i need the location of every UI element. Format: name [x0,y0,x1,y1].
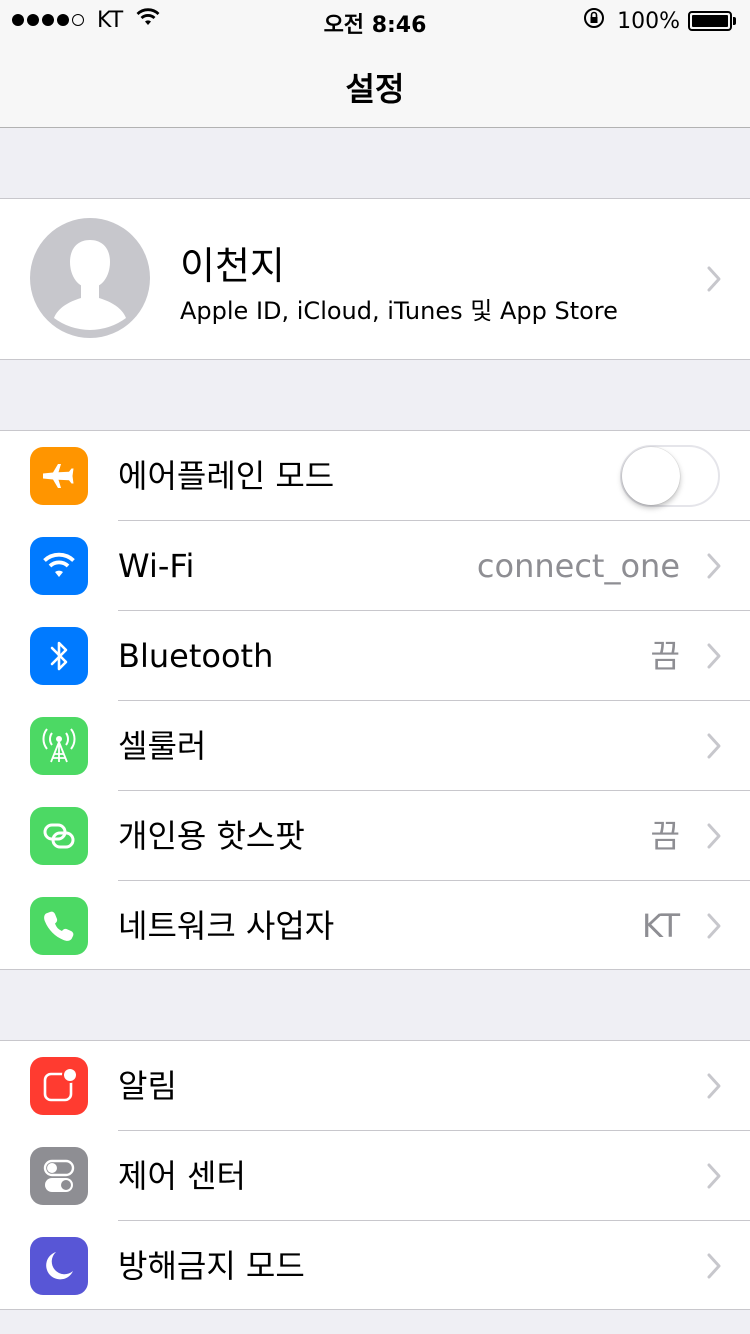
toggle-knob [622,447,680,505]
wifi-icon [30,537,88,595]
control-center-row[interactable]: 제어 센터 [0,1131,750,1221]
bluetooth-value: 끔 [650,637,680,675]
hotspot-value: 끔 [650,817,680,855]
battery-percent: 100% [617,8,680,34]
airplane-mode-toggle[interactable] [620,445,720,507]
carrier-value: KT [641,907,680,945]
airplane-icon [30,447,88,505]
hotspot-row[interactable]: 개인용 핫스팟 끔 [0,791,750,881]
navigation-bar: 설정 [0,40,750,128]
dnd-label: 방해금지 모드 [118,1247,305,1285]
battery-tip [733,17,736,25]
carrier-label: 네트워크 사업자 [118,907,335,945]
link-icon [30,807,88,865]
profile-name: 이천지 [180,244,285,288]
chevron-right-icon [706,822,722,854]
hotspot-label: 개인용 핫스팟 [118,817,305,855]
dnd-row[interactable]: 방해금지 모드 [0,1221,750,1311]
apple-id-row[interactable]: 이천지 Apple ID, iCloud, iTunes 및 App Store [0,198,750,360]
battery-icon [688,11,732,31]
chevron-right-icon [706,1252,722,1284]
orientation-lock-icon [583,7,605,35]
bluetooth-label: Bluetooth [118,637,274,675]
chevron-right-icon [706,1162,722,1194]
chevron-right-icon [706,642,722,674]
carrier-row[interactable]: 네트워크 사업자 KT [0,881,750,971]
avatar [30,218,150,338]
system-group: 알림 제어 센터 방해금지 모드 [0,1040,750,1310]
wifi-value: connect_one [476,547,680,585]
antenna-icon [30,717,88,775]
chevron-right-icon [706,552,722,584]
airplane-mode-row: 에어플레인 모드 [0,431,750,521]
wifi-row[interactable]: Wi-Fi connect_one [0,521,750,611]
chevron-right-icon [706,912,722,944]
page-title: 설정 [345,70,405,108]
phone-icon [30,897,88,955]
chevron-right-icon [706,265,722,297]
control-center-label: 제어 센터 [118,1157,246,1195]
cellular-label: 셀룰러 [118,727,207,765]
notifications-label: 알림 [118,1067,177,1105]
connectivity-group: 에어플레인 모드 Wi-Fi connect_one Bluetooth 끔 셀… [0,430,750,970]
notification-icon [30,1057,88,1115]
cellular-row[interactable]: 셀룰러 [0,701,750,791]
moon-icon [30,1237,88,1295]
bluetooth-icon [30,627,88,685]
status-bar: KT 오전 8:46 100% [0,0,750,40]
status-right: 100% [583,7,736,35]
airplane-mode-label: 에어플레인 모드 [118,457,335,495]
profile-subtitle: Apple ID, iCloud, iTunes 및 App Store [180,297,618,325]
switches-icon [30,1147,88,1205]
bluetooth-row[interactable]: Bluetooth 끔 [0,611,750,701]
chevron-right-icon [706,732,722,764]
chevron-right-icon [706,1072,722,1104]
notifications-row[interactable]: 알림 [0,1041,750,1131]
wifi-label: Wi-Fi [118,547,195,585]
